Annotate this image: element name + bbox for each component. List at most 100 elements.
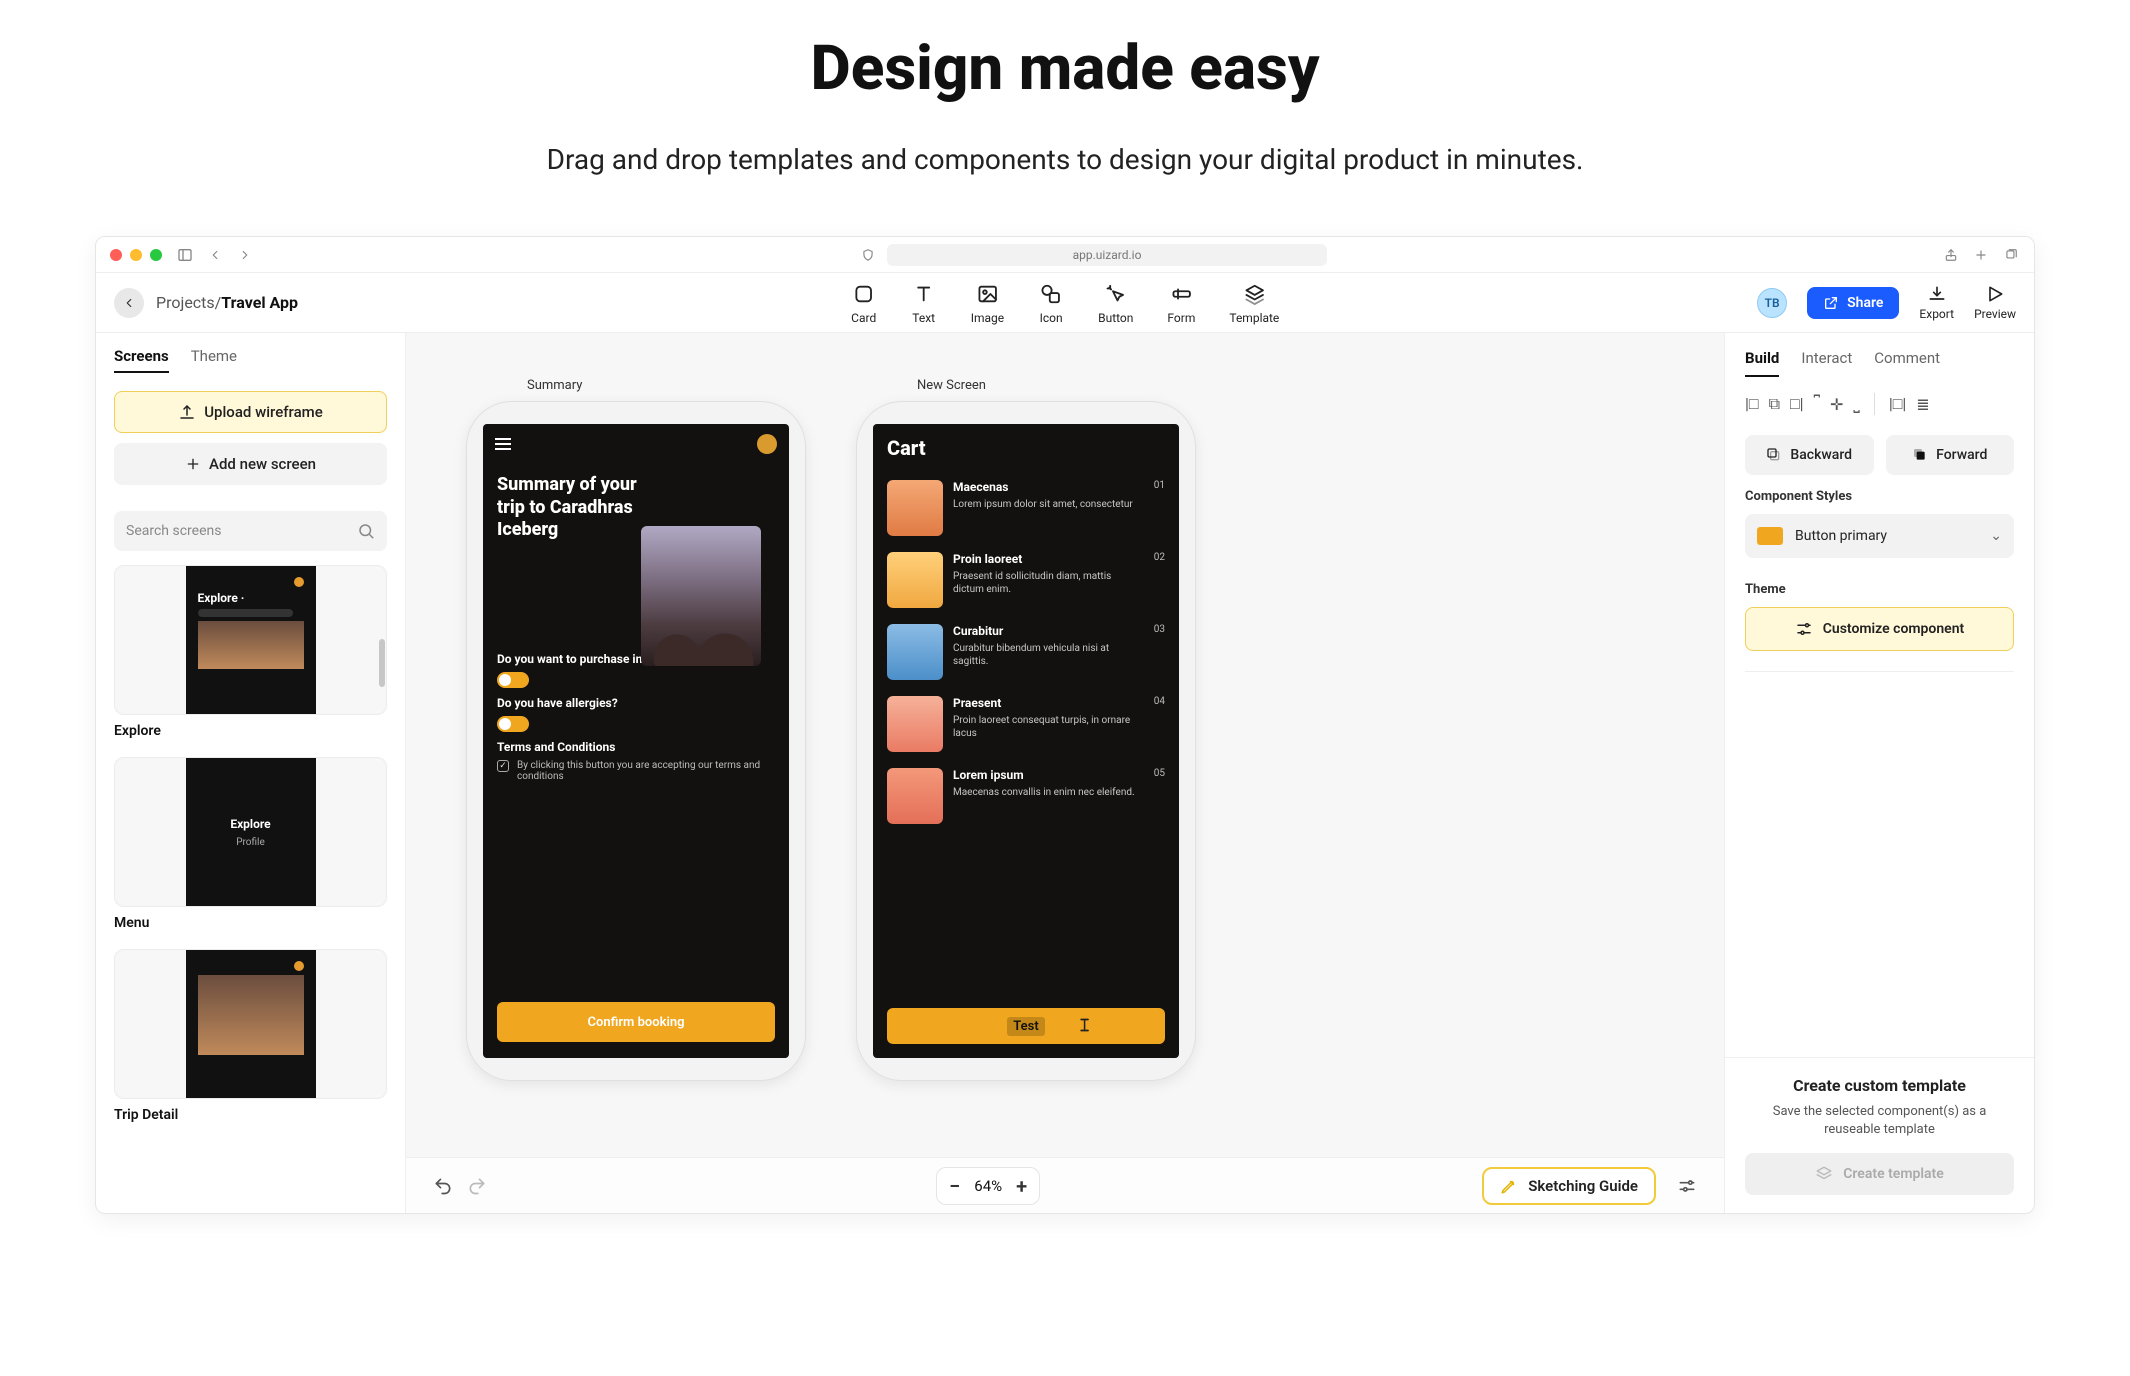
- cart-item-num: 02: [1154, 552, 1165, 563]
- tool-card-label: Card: [851, 311, 876, 325]
- align-right-icon[interactable]: □|: [1790, 394, 1804, 414]
- search-screens-input[interactable]: Search screens: [114, 511, 387, 551]
- right-tabs: Build Interact Comment: [1725, 333, 2034, 377]
- bring-forward-button[interactable]: Forward: [1886, 435, 2015, 475]
- phone-frame-summary[interactable]: Summary Summary of your trip to Caradhra…: [466, 401, 806, 1081]
- hamburger-icon[interactable]: [495, 438, 511, 450]
- share-button[interactable]: Share: [1807, 287, 1899, 319]
- cart-item-sub: Lorem ipsum dolor sit amet, consectetur: [953, 498, 1144, 511]
- new-tab-icon[interactable]: [1972, 246, 1990, 264]
- browser-window: app.uizard.io Projects/Travel App Card T…: [95, 236, 2035, 1214]
- search-icon: [357, 522, 375, 540]
- design-canvas[interactable]: Summary Summary of your trip to Caradhra…: [406, 333, 1724, 1213]
- tool-image[interactable]: Image: [971, 281, 1004, 325]
- breadcrumb-root[interactable]: Projects: [156, 293, 215, 312]
- text-icon: [911, 281, 937, 307]
- component-style-dropdown[interactable]: Button primary ⌄: [1745, 514, 2014, 558]
- back-button[interactable]: [114, 288, 144, 318]
- screen-thumb-card[interactable]: Trip Detail: [114, 949, 387, 1123]
- align-bottom-icon[interactable]: ⎵: [1853, 394, 1859, 414]
- sidebar-toggle-icon[interactable]: [176, 246, 194, 264]
- screen-thumb-card[interactable]: Explore · Explore: [114, 565, 387, 739]
- checkbox-input[interactable]: ✓: [497, 760, 509, 772]
- minimize-window-icon[interactable]: [130, 249, 142, 261]
- tool-form[interactable]: Form: [1167, 281, 1195, 325]
- add-screen-button[interactable]: Add new screen: [114, 443, 387, 485]
- tab-comment[interactable]: Comment: [1874, 349, 1940, 377]
- upload-wireframe-button[interactable]: Upload wireframe: [114, 391, 387, 433]
- cart-item-sub: Maecenas convallis in enim nec eleifend.: [953, 786, 1144, 799]
- nav-back-icon[interactable]: [206, 246, 224, 264]
- scrollbar-thumb[interactable]: [379, 639, 385, 687]
- cart-item[interactable]: Proin laoreetPraesent id sollicitudin di…: [873, 544, 1179, 616]
- tool-text[interactable]: Text: [911, 281, 937, 325]
- cart-item[interactable]: Lorem ipsumMaecenas convallis in enim ne…: [873, 760, 1179, 832]
- left-panel: Screens Theme Upload wireframe Add new s…: [96, 333, 406, 1213]
- zoom-in-button[interactable]: +: [1016, 1174, 1027, 1198]
- undo-button[interactable]: [426, 1169, 460, 1203]
- shield-icon[interactable]: [859, 246, 877, 264]
- cart-test-button[interactable]: Test 𝙸: [887, 1008, 1165, 1044]
- cart-title: Cart: [873, 424, 1179, 472]
- tool-card[interactable]: Card: [851, 281, 877, 325]
- tool-palette: Card Text Image Icon Button Form: [851, 281, 1280, 325]
- settings-sliders-button[interactable]: [1670, 1169, 1704, 1203]
- breadcrumb[interactable]: Projects/Travel App: [156, 293, 298, 312]
- tab-interact[interactable]: Interact: [1801, 349, 1852, 377]
- screen-thumb-card[interactable]: Explore Profile Menu: [114, 757, 387, 931]
- layer-front-icon: [1912, 447, 1928, 463]
- breadcrumb-current[interactable]: Travel App: [221, 293, 298, 312]
- card-icon: [851, 281, 877, 307]
- chevron-down-icon: ⌄: [1990, 528, 2002, 544]
- screen-thumb-label: Explore: [114, 723, 387, 739]
- cart-item-sub: Curabitur bibendum vehicula nisi at sagi…: [953, 642, 1144, 668]
- nav-forward-icon[interactable]: [236, 246, 254, 264]
- send-backward-button[interactable]: Backward: [1745, 435, 1874, 475]
- tab-screens[interactable]: Screens: [114, 347, 169, 373]
- zoom-out-button[interactable]: −: [949, 1174, 960, 1198]
- tool-button[interactable]: Button: [1098, 281, 1133, 325]
- align-v-center-icon[interactable]: ✛: [1830, 395, 1843, 414]
- right-panel: Build Interact Comment |□ ⧉ □| ⎴ ✛ ⎵ |□|…: [1724, 333, 2034, 1213]
- user-avatar[interactable]: TB: [1757, 288, 1787, 318]
- tab-build[interactable]: Build: [1745, 349, 1779, 377]
- create-template-button[interactable]: Create template: [1745, 1153, 2014, 1195]
- phone-label: Summary: [527, 378, 582, 393]
- avatar-icon[interactable]: [757, 434, 777, 454]
- tab-theme[interactable]: Theme: [191, 347, 237, 373]
- redo-button[interactable]: [460, 1169, 494, 1203]
- phone-frame-cart[interactable]: New Screen Cart MaecenasLorem ipsum dolo…: [856, 401, 1196, 1081]
- distribute-h-icon[interactable]: |□|: [1889, 394, 1906, 414]
- export-button[interactable]: Export: [1919, 284, 1954, 321]
- tool-icon-label: Icon: [1040, 311, 1063, 325]
- tool-template[interactable]: Template: [1229, 281, 1279, 325]
- cart-item-num: 04: [1154, 696, 1165, 707]
- tool-icon-item[interactable]: Icon: [1038, 281, 1064, 325]
- customize-component-button[interactable]: Customize component: [1745, 607, 2014, 651]
- tabs-overview-icon[interactable]: [2002, 246, 2020, 264]
- align-h-center-icon[interactable]: ⧉: [1769, 394, 1780, 414]
- distribute-v-icon[interactable]: ≣: [1916, 395, 1929, 414]
- mountain-image-icon: [198, 975, 304, 1055]
- toggle-input[interactable]: [497, 672, 529, 688]
- share-browser-icon[interactable]: [1942, 246, 1960, 264]
- zoom-level: 64%: [974, 1177, 1002, 1195]
- toggle-input[interactable]: [497, 716, 529, 732]
- screens-list: Explore · Explore Explore Profile Menu: [114, 565, 387, 1141]
- window-controls[interactable]: [110, 249, 162, 261]
- cart-item[interactable]: PraesentProin laoreet consequat turpis, …: [873, 688, 1179, 760]
- align-top-icon[interactable]: ⎴: [1814, 394, 1820, 414]
- screen-thumb-label: Trip Detail: [114, 1107, 387, 1123]
- url-bar[interactable]: app.uizard.io: [887, 244, 1327, 266]
- forward-label: Forward: [1936, 447, 1987, 463]
- tool-form-label: Form: [1167, 311, 1195, 325]
- sketching-guide-button[interactable]: Sketching Guide: [1482, 1167, 1656, 1205]
- align-left-icon[interactable]: |□: [1745, 394, 1759, 414]
- maximize-window-icon[interactable]: [150, 249, 162, 261]
- cart-item[interactable]: CurabiturCurabitur bibendum vehicula nis…: [873, 616, 1179, 688]
- close-window-icon[interactable]: [110, 249, 122, 261]
- confirm-booking-button[interactable]: Confirm booking: [497, 1002, 775, 1042]
- mountain-image-icon: [198, 621, 304, 669]
- cart-item[interactable]: MaecenasLorem ipsum dolor sit amet, cons…: [873, 472, 1179, 544]
- preview-button[interactable]: Preview: [1974, 284, 2016, 321]
